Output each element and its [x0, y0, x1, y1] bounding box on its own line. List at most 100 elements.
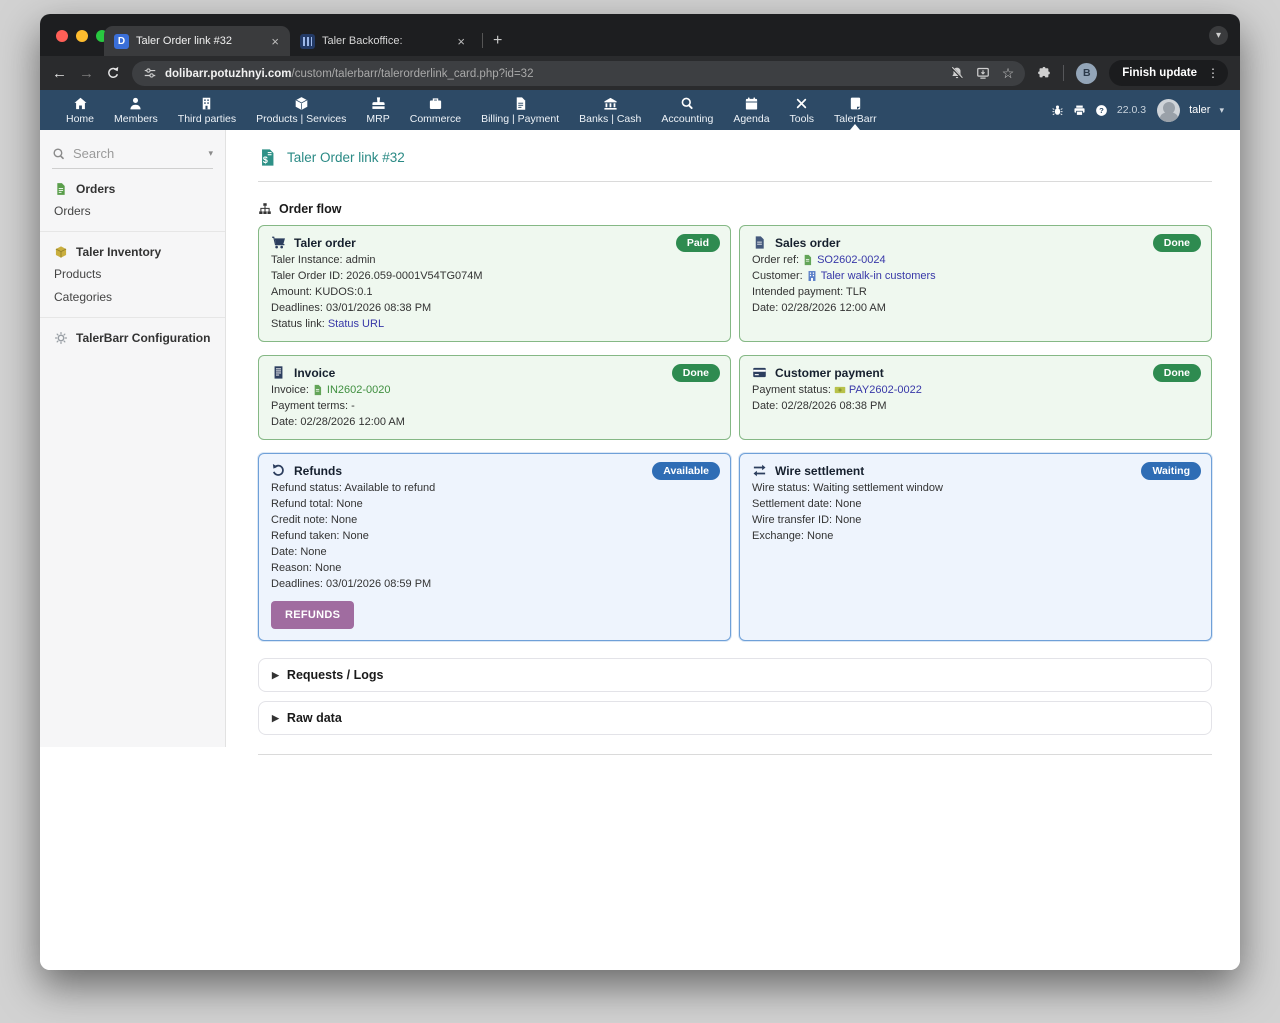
invoice-icon	[271, 365, 286, 380]
sidebar-section-header[interactable]: Orders	[40, 178, 225, 200]
billing-icon	[513, 96, 528, 111]
page-title: $ Taler Order link #32	[258, 148, 1212, 167]
tools-icon	[794, 96, 809, 111]
top-menu-items: Home Members Third parties Products | Servi…	[56, 90, 887, 130]
status-badge: Available	[652, 462, 720, 480]
card-line: Refund status: Available to refund	[271, 482, 718, 494]
third-parties-icon	[199, 96, 214, 111]
sidebar-item-orders[interactable]: Orders	[40, 200, 225, 223]
card-line: Taler Instance: admin	[271, 254, 718, 266]
top-menu-accounting[interactable]: Accounting	[651, 90, 723, 130]
card-sales-order: Sales orderDoneOrder ref: SO2602-0024Cus…	[739, 225, 1212, 342]
reload-icon[interactable]	[106, 66, 120, 80]
sidebar-section-title: TalerBarr Configuration	[76, 331, 210, 345]
install-page-icon[interactable]	[976, 66, 990, 80]
top-menu-home[interactable]: Home	[56, 90, 104, 130]
close-window-button[interactable]	[56, 30, 68, 42]
top-menu-third-parties[interactable]: Third parties	[168, 90, 246, 130]
browser-menu-icon[interactable]: ⋮	[1204, 66, 1222, 80]
card-title: Taler order	[271, 235, 718, 250]
dolibarr-favicon: D	[114, 34, 129, 49]
main-panel: $ Taler Order link #32 Order flow Taler …	[226, 130, 1240, 970]
card-link[interactable]: SO2602-0024	[817, 254, 886, 266]
top-menu-tools[interactable]: Tools	[780, 90, 825, 130]
talerbarr-icon	[848, 96, 863, 111]
agenda-icon	[744, 96, 759, 111]
file-icon	[752, 235, 767, 250]
top-menu-mrp[interactable]: MRP	[356, 90, 399, 130]
card-line: Taler Order ID: 2026.059-0001V54TG074M	[271, 270, 718, 282]
top-menu-banks-cash[interactable]: Banks | Cash	[569, 90, 651, 130]
back-icon[interactable]: ←	[52, 66, 67, 81]
card-title: Invoice	[271, 365, 718, 380]
browser-window: DTaler Order link #32×Taler Backoffice:×…	[40, 14, 1240, 970]
menu-label: Accounting	[661, 113, 713, 125]
minimize-window-button[interactable]	[76, 30, 88, 42]
card-line: Date: 02/28/2026 12:00 AM	[271, 416, 718, 428]
tab-strip: DTaler Order link #32×Taler Backoffice:×…	[104, 14, 502, 56]
top-menu-agenda[interactable]: Agenda	[723, 90, 779, 130]
card-link[interactable]: IN2602-0020	[327, 384, 391, 396]
card-link[interactable]: PAY2602-0022	[849, 384, 922, 396]
card-link[interactable]: Status URL	[328, 318, 384, 330]
card-line: Refund taken: None	[271, 530, 718, 542]
card-title-text: Taler order	[294, 236, 356, 250]
sidebar-section-header[interactable]: TalerBarr Configuration	[40, 327, 225, 349]
banks-icon	[603, 96, 618, 111]
close-tab-icon[interactable]: ×	[454, 34, 468, 49]
menu-label: MRP	[366, 113, 389, 125]
status-badge: Done	[672, 364, 720, 382]
top-menu-commerce[interactable]: Commerce	[400, 90, 471, 130]
finish-update-button[interactable]: Finish update ⋮	[1109, 60, 1228, 86]
browser-tab[interactable]: Taler Backoffice:×	[290, 26, 476, 56]
top-menu-billing-payment[interactable]: Billing | Payment	[471, 90, 569, 130]
search-input[interactable]	[73, 146, 201, 161]
user-avatar[interactable]	[1157, 99, 1180, 122]
close-tab-icon[interactable]: ×	[268, 34, 282, 49]
extensions-puzzle-icon[interactable]	[1037, 66, 1051, 80]
print-icon[interactable]	[1073, 104, 1086, 117]
search-icon	[52, 147, 66, 161]
help-icon[interactable]: ?	[1095, 104, 1108, 117]
sidebar-section: TalerBarr Configuration	[40, 318, 225, 357]
sidebar-section-header[interactable]: Taler Inventory	[40, 241, 225, 263]
refunds-button[interactable]: REFUNDS	[271, 601, 354, 629]
card-line: Date: 02/28/2026 08:38 PM	[752, 400, 1199, 412]
sidebar-item-products[interactable]: Products	[40, 263, 225, 286]
card-line: Date: None	[271, 546, 718, 558]
card-line: Status link: Status URL	[271, 318, 718, 330]
home-icon	[73, 96, 88, 111]
bookmark-star-icon[interactable]: ☆	[1002, 65, 1015, 82]
menu-label: Members	[114, 113, 158, 125]
search-dropdown-icon[interactable]: ▾	[208, 148, 213, 159]
notifications-blocked-icon[interactable]	[950, 66, 964, 80]
tab-search-icon[interactable]: ▾	[1209, 26, 1228, 45]
accordion-raw-data[interactable]: ▶Raw data	[258, 701, 1212, 735]
card-invoice: InvoiceDoneInvoice: IN2602-0020Payment t…	[258, 355, 731, 440]
dolibarr-top-menu: Home Members Third parties Products | Servi…	[40, 90, 1240, 130]
doc-green-icon	[312, 384, 324, 396]
sidebar-item-categories[interactable]: Categories	[40, 286, 225, 309]
accordion-title: Raw data	[287, 711, 342, 725]
top-menu-talerbarr[interactable]: TalerBarr	[824, 90, 887, 130]
card-line: Order ref: SO2602-0024	[752, 254, 1199, 266]
chevron-down-icon[interactable]: ▾	[1219, 105, 1224, 116]
bug-report-icon[interactable]	[1051, 104, 1064, 117]
site-info-icon[interactable]	[143, 66, 157, 80]
address-bar[interactable]: dolibarr.potuzhnyi.com/custom/talerbarr/…	[132, 61, 1025, 86]
profile-avatar[interactable]: B	[1076, 63, 1097, 84]
card-link[interactable]: Taler walk-in customers	[821, 270, 936, 282]
menu-label: Products | Services	[256, 113, 346, 125]
user-name[interactable]: taler	[1189, 104, 1210, 116]
top-menu-products-services[interactable]: Products | Services	[246, 90, 356, 130]
new-tab-button[interactable]: +	[493, 32, 502, 50]
sidebar-section: Taler InventoryProductsCategories	[40, 232, 225, 318]
card-taler-order: Taler orderPaidTaler Instance: adminTale…	[258, 225, 731, 342]
backoffice-favicon	[300, 34, 315, 49]
browser-toolbar: ← → dolibarr.potuzhnyi.com/custom/talerb…	[40, 56, 1240, 90]
forward-icon[interactable]: →	[79, 66, 94, 81]
top-menu-members[interactable]: Members	[104, 90, 168, 130]
accordion-requests-logs[interactable]: ▶Requests / Logs	[258, 658, 1212, 692]
commerce-icon	[428, 96, 443, 111]
browser-tab[interactable]: DTaler Order link #32×	[104, 26, 290, 56]
